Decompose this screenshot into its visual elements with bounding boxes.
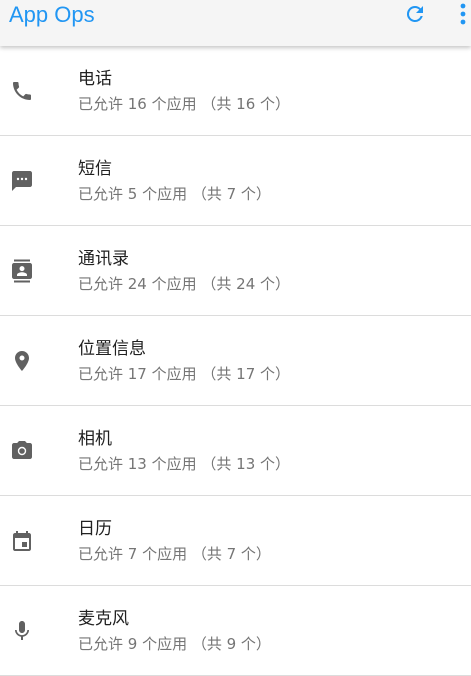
permission-summary: 已允许 5 个应用 （共 7 个） <box>78 185 271 203</box>
permission-summary: 已允许 9 个应用 （共 9 个） <box>78 635 271 653</box>
permission-title: 短信 <box>78 159 112 179</box>
permission-summary: 已允许 24 个应用 （共 24 个） <box>78 275 291 293</box>
permission-row-camera[interactable]: 相机 已允许 13 个应用 （共 13 个） <box>0 406 471 496</box>
permission-summary: 已允许 17 个应用 （共 17 个） <box>78 365 291 383</box>
permission-title: 位置信息 <box>78 339 146 359</box>
camera-icon <box>9 438 35 464</box>
permission-row-contacts[interactable]: 通讯录 已允许 24 个应用 （共 24 个） <box>0 226 471 316</box>
permission-summary: 已允许 13 个应用 （共 13 个） <box>78 455 291 473</box>
permission-row-sms[interactable]: 短信 已允许 5 个应用 （共 7 个） <box>0 136 471 226</box>
app-title: App Ops <box>9 2 95 27</box>
phone-icon <box>9 78 35 104</box>
app-bar: App Ops <box>0 0 471 46</box>
more-vert-icon <box>460 3 466 25</box>
microphone-icon <box>9 618 35 644</box>
permission-title: 相机 <box>78 429 112 449</box>
permission-title: 日历 <box>78 519 112 539</box>
permission-row-microphone[interactable]: 麦克风 已允许 9 个应用 （共 9 个） <box>0 586 471 676</box>
permission-list: 电话 已允许 16 个应用 （共 16 个） 短信 已允许 5 个应用 （共 7… <box>0 46 471 676</box>
permission-title: 电话 <box>78 69 112 89</box>
refresh-icon <box>403 2 427 26</box>
sms-icon <box>9 168 35 194</box>
more-options-button[interactable] <box>455 0 471 28</box>
permission-row-calendar[interactable]: 日历 已允许 7 个应用 （共 7 个） <box>0 496 471 586</box>
permission-title: 通讯录 <box>78 249 129 269</box>
permission-summary: 已允许 7 个应用 （共 7 个） <box>78 545 271 563</box>
permission-summary: 已允许 16 个应用 （共 16 个） <box>78 95 291 113</box>
location-icon <box>9 348 35 374</box>
permission-row-phone[interactable]: 电话 已允许 16 个应用 （共 16 个） <box>0 46 471 136</box>
permission-row-location[interactable]: 位置信息 已允许 17 个应用 （共 17 个） <box>0 316 471 406</box>
contacts-icon <box>9 258 35 284</box>
refresh-button[interactable] <box>402 0 428 28</box>
calendar-icon <box>9 528 35 554</box>
permission-title: 麦克风 <box>78 609 129 629</box>
